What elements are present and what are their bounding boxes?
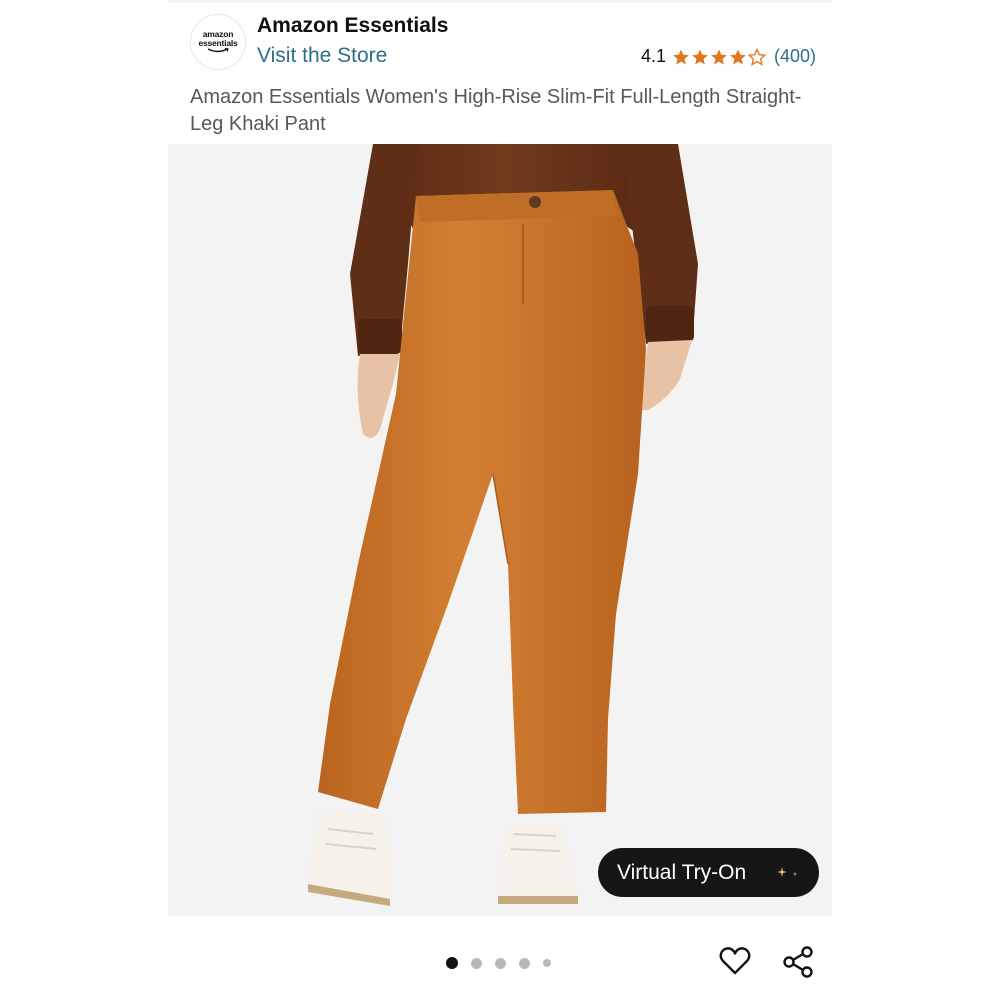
sparkle-icon xyxy=(777,867,787,877)
pagination-dot-4[interactable] xyxy=(519,957,530,969)
review-count-link: (400) xyxy=(773,46,816,66)
product-image-gallery[interactable]: Virtual Try-On xyxy=(168,144,832,916)
pagination-dot-1[interactable] xyxy=(446,957,458,969)
rating-value: 4.1 xyxy=(640,46,666,66)
star-full-icon xyxy=(730,49,746,64)
visit-store-link[interactable]: Visit the Store xyxy=(257,44,387,68)
brand-name[interactable]: Amazon Essentials xyxy=(257,14,448,38)
product-photo xyxy=(168,144,832,916)
virtual-try-on-label: Virtual Try-On xyxy=(617,860,747,884)
sparkle-small-icon xyxy=(793,872,797,876)
heart-icon[interactable] xyxy=(718,944,752,978)
virtual-try-on-button[interactable]: Virtual Try-On xyxy=(598,848,819,897)
star-full-icon xyxy=(673,49,689,64)
image-pagination xyxy=(446,957,551,969)
pagination-dot-5[interactable] xyxy=(543,959,551,967)
pagination-dot-3[interactable] xyxy=(495,957,506,969)
logo-text-essentials: essentials xyxy=(198,38,238,48)
star-full-icon xyxy=(711,49,727,64)
brand-logo[interactable]: amazon essentials xyxy=(190,14,246,70)
top-divider xyxy=(168,0,832,3)
star-empty-icon xyxy=(747,47,766,66)
star-full-icon xyxy=(692,49,708,64)
pagination-dot-2[interactable] xyxy=(471,957,482,969)
smile-logo-icon xyxy=(207,48,229,53)
product-title: Amazon Essentials Women's High-Rise Slim… xyxy=(190,86,802,135)
star-rating xyxy=(672,47,766,66)
share-icon[interactable] xyxy=(780,944,816,980)
rating-summary[interactable]: 4.1 (400) xyxy=(641,46,816,67)
